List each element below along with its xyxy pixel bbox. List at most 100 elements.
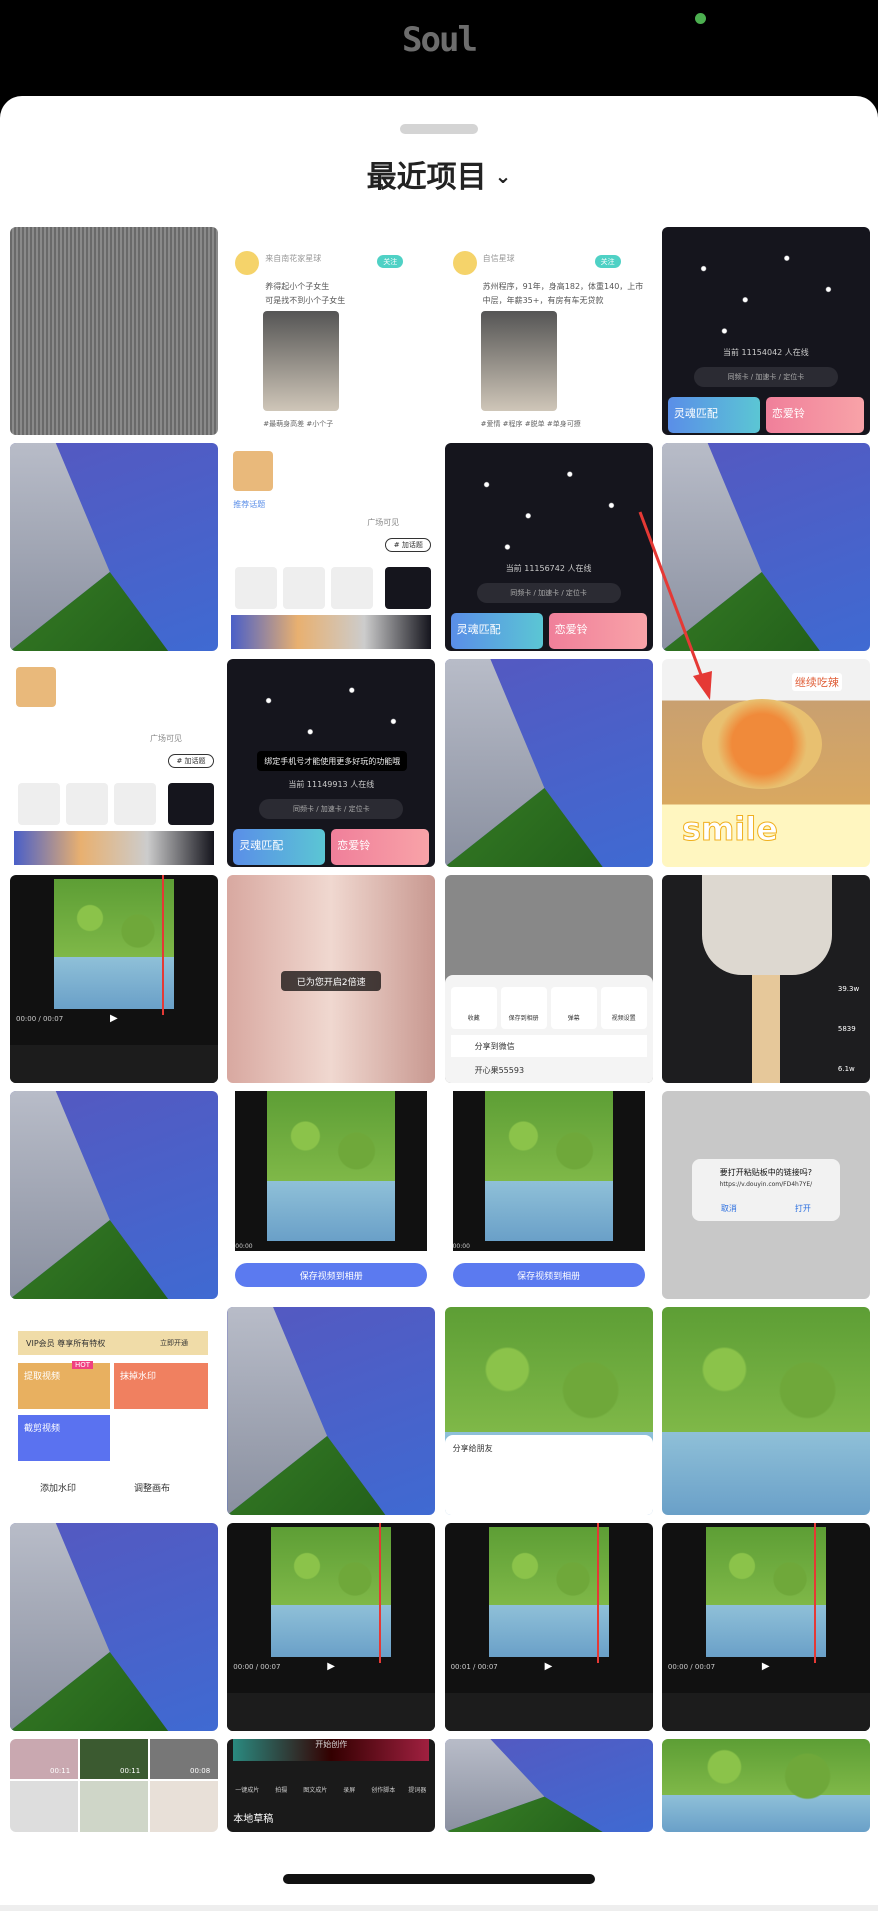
avatar <box>235 251 260 275</box>
sheet-grabber[interactable] <box>400 124 478 134</box>
create-tool-5[interactable]: 提词器 <box>401 1767 433 1794</box>
photo-thumbnail-pink[interactable]: 已为您开启2倍速 <box>227 875 436 1083</box>
post-text: 养得起小个子女生 <box>265 282 330 291</box>
photo-thumbnail-editor[interactable]: 00:00 / 00:07 ▶ <box>661 1523 870 1731</box>
photo-thumbnail-create[interactable]: 开始创作 一键成片 拍摄 图文成片 录屏 创作脚本 提词器 本地草稿 <box>227 1739 436 1832</box>
cut-video-card[interactable]: 截剪视频 <box>18 1415 110 1461</box>
photo-thumbnail-vip[interactable]: VIP会员 尊享所有特权 立即开通 提取视频 HOT 抹掉水印 截剪视频 添加水印 调整画布 <box>10 1307 218 1515</box>
soul-match-button[interactable]: 灵魂匹配 <box>667 397 760 433</box>
photo-thumbnail-wallpaper[interactable] <box>10 1523 218 1731</box>
share-action-3[interactable]: 视频设置 <box>600 987 647 1029</box>
follow-button[interactable]: 关注 <box>594 255 621 268</box>
share-to-wechat[interactable]: 分享到微信 <box>450 1035 647 1057</box>
sticker-option[interactable] <box>114 783 156 825</box>
photo-thumbnail-wallpaper[interactable] <box>227 1307 436 1515</box>
start-create-banner[interactable]: 开始创作 <box>233 1739 430 1761</box>
photo-thumbnail-editor[interactable]: 00:01 / 00:07 ▶ <box>444 1523 653 1731</box>
love-bell-button[interactable]: 恋爱铃 <box>548 613 647 649</box>
timeline-track[interactable] <box>227 1693 436 1731</box>
duration-label: 00:11 <box>50 1767 71 1775</box>
photo-thumbnail-tree[interactable] <box>661 1739 870 1832</box>
play-icon[interactable]: ▶ <box>762 1661 770 1672</box>
photo-thumbnail-stars[interactable]: 当前 11156742 人在线 同频卡 / 加速卡 / 定位卡 灵魂匹配 恋爱铃 <box>444 443 653 651</box>
love-bell-button[interactable]: 恋爱铃 <box>765 397 864 433</box>
share-action-0[interactable]: 收藏 <box>450 987 497 1029</box>
cards-bar[interactable]: 同频卡 / 加速卡 / 定位卡 <box>259 799 404 819</box>
post-author: 来自南花家星球 <box>265 254 322 263</box>
cards-bar[interactable]: 同频卡 / 加速卡 / 定位卡 <box>693 367 838 387</box>
share-action-2[interactable]: 弹幕 <box>550 987 597 1029</box>
photo-thumbnail-wallpaper[interactable] <box>661 443 870 651</box>
home-indicator[interactable] <box>283 1874 595 1884</box>
photo-thumbnail-post[interactable]: 来自南花家星球 关注 养得起小个子女生 可是找不到小个子女生 #最萌身高差 #小个子 <box>227 227 436 435</box>
timeline-track[interactable] <box>661 1693 870 1731</box>
photo-thumbnail-post[interactable]: 自信星球 关注 苏州程序，91年，身高182，体重140，上市 中层，年薪35+，有房… <box>444 227 653 435</box>
photo-thumbnail-food[interactable]: 继续吃辣 smile <box>661 659 870 867</box>
cancel-button[interactable]: 取消 <box>692 1203 766 1214</box>
photo-thumbnail-stars[interactable]: 绑定手机号才能使用更多好玩的功能哦 当前 11149913 人在线 同频卡 / 加速… <box>227 659 436 867</box>
extract-video-card[interactable]: 提取视频 <box>18 1363 110 1409</box>
photo-thumbnail-texture[interactable] <box>10 227 218 435</box>
create-tool-1[interactable]: 拍摄 <box>265 1767 297 1794</box>
vip-open-link[interactable]: 立即开通 <box>160 1338 188 1348</box>
timeline-track[interactable] <box>10 1045 218 1083</box>
photo-thumbnail-dialog[interactable]: 要打开粘贴板中的链接吗? https://v.douyin.com/FD4h7YE… <box>661 1091 870 1299</box>
add-topic-button[interactable]: # 加话题 <box>385 538 432 552</box>
collage-cell[interactable] <box>10 1781 78 1832</box>
photo-thumbnail-stars[interactable]: 当前 11154042 人在线 同频卡 / 加速卡 / 定位卡 灵魂匹配 恋爱铃 <box>661 227 870 435</box>
post-text: 苏州程序，91年，身高182，体重140，上市 <box>482 282 644 291</box>
sticker-option[interactable] <box>283 567 326 609</box>
visibility-label[interactable]: 广场可见 <box>367 517 399 528</box>
photo-thumbnail-save[interactable]: 00:00 保存视频到相册 <box>227 1091 436 1299</box>
photo-thumbnail-wallpaper[interactable] <box>444 1739 653 1832</box>
photo-thumbnail-compose[interactable]: 广场可见 # 加话题 <box>10 659 218 867</box>
cards-bar[interactable]: 同频卡 / 加速卡 / 定位卡 <box>476 583 621 603</box>
save-video-button[interactable]: 保存视频到相册 <box>452 1263 645 1287</box>
photo-thumbnail-share[interactable]: 收藏 保存到相册 弹幕 视频设置分享到微信开心果55593 <box>444 875 653 1083</box>
adjust-canvas-button[interactable]: 调整画布 <box>134 1481 170 1494</box>
soul-match-button[interactable]: 灵魂匹配 <box>450 613 543 649</box>
photo-thumbnail-tree[interactable] <box>661 1307 870 1515</box>
photo-thumbnail-save[interactable]: 00:00 保存视频到相册 <box>444 1091 653 1299</box>
photo-thumbnail-wallpaper[interactable] <box>10 443 218 651</box>
play-icon[interactable]: ▶ <box>327 1661 335 1672</box>
sticker-option[interactable] <box>235 567 278 609</box>
create-tool-4[interactable]: 创作脚本 <box>367 1767 399 1794</box>
album-selector[interactable]: 最近项目 ⌄ <box>0 152 878 196</box>
photo-thumbnail-compose[interactable]: 推荐话题 广场可见 # 加话题 <box>227 443 436 651</box>
soul-match-button[interactable]: 灵魂匹配 <box>233 829 326 865</box>
save-video-button[interactable]: 保存视频到相册 <box>235 1263 428 1287</box>
collage-cell[interactable] <box>80 1781 148 1832</box>
photo-thumbnail-editor[interactable]: 00:00 / 00:07 ▶ <box>10 875 218 1083</box>
add-watermark-button[interactable]: 添加水印 <box>40 1481 76 1494</box>
photo-thumbnail-wallpaper[interactable] <box>444 659 653 867</box>
collage-cell[interactable] <box>150 1781 218 1832</box>
photo-thumbnail-collage[interactable]: 00:11 00:11 00:08 <box>10 1739 218 1832</box>
post-text: 中层，年薪35+，有房有车无贷款 <box>482 296 604 305</box>
share-action-1[interactable]: 保存到相册 <box>500 987 547 1029</box>
photo-thumbnail-wallpaper[interactable] <box>10 1091 218 1299</box>
sticker-option[interactable] <box>66 783 108 825</box>
share-contact[interactable]: 开心果55593 <box>475 1065 524 1076</box>
photo-thumbnail-treeshare[interactable]: 分享给朋友 <box>444 1307 653 1515</box>
photo-thumbnail-editor[interactable]: 00:00 / 00:07 ▶ <box>227 1523 436 1731</box>
timeline-track[interactable] <box>444 1693 653 1731</box>
create-tool-0[interactable]: 一键成片 <box>231 1767 263 1794</box>
sticker-option[interactable] <box>331 567 374 609</box>
play-icon[interactable]: ▶ <box>545 1661 553 1672</box>
add-topic-button[interactable]: # 加话题 <box>168 754 214 768</box>
visibility-label[interactable]: 广场可见 <box>150 733 182 744</box>
sticker-option[interactable] <box>18 783 60 825</box>
photo-thumbnail-pan[interactable]: 39.3w 5839 6.1w <box>661 875 870 1083</box>
follow-button[interactable]: 关注 <box>377 255 404 268</box>
play-icon[interactable]: ▶ <box>110 1013 118 1024</box>
remove-watermark-card[interactable]: 抹掉水印 <box>114 1363 208 1409</box>
love-bell-button[interactable]: 恋爱铃 <box>331 829 430 865</box>
create-tool-2[interactable]: 图文成片 <box>299 1767 331 1794</box>
create-tool-3[interactable]: 录屏 <box>333 1767 365 1794</box>
recent-images-strip <box>14 831 214 865</box>
privacy-indicator-dot <box>695 13 706 24</box>
open-button[interactable]: 打开 <box>766 1203 840 1214</box>
video-frame-tree <box>661 1739 870 1832</box>
draft-image <box>16 667 56 707</box>
